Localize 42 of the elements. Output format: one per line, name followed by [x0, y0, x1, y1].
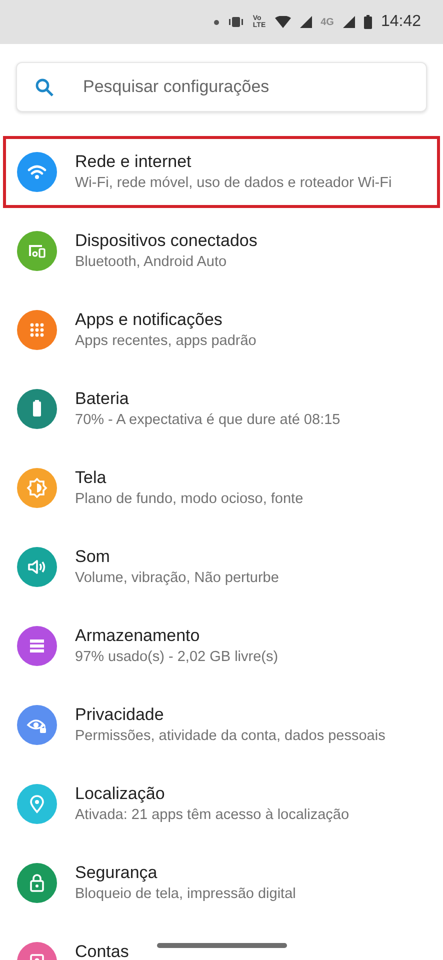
- item-subtitle: Volume, vibração, Não perturbe: [75, 568, 279, 588]
- item-title: Rede e internet: [75, 150, 192, 172]
- signal-icon: [342, 16, 355, 28]
- settings-item[interactable]: Segurança Bloqueio de tela, impressão digital: [3, 846, 440, 918]
- search-icon: [35, 78, 54, 96]
- settings-item[interactable]: Contas: [3, 926, 440, 960]
- item-subtitle: Plano de fundo, modo ocioso, fonte: [75, 490, 304, 508]
- signal-icon: [300, 16, 312, 28]
- search-input[interactable]: Pesquisar configurações: [83, 74, 426, 100]
- settings-item[interactable]: Tela Plano de fundo, modo ocioso, fonte: [3, 452, 440, 524]
- settings-item[interactable]: Privacidade Permissões, atividade da conta, dados pessoais: [3, 688, 440, 760]
- settings-item[interactable]: Rede e internet Wi-Fi, rede móvel, uso de dados e roteador Wi-Fi: [3, 136, 440, 208]
- item-subtitle: Wi-Fi, rede móvel, uso de dados e roteador Wi-Fi: [75, 174, 392, 192]
- vibrate-icon: [228, 16, 244, 28]
- item-title: Segurança: [75, 862, 158, 884]
- wifi-icon: [274, 16, 291, 28]
- item-title: Localização: [75, 782, 165, 804]
- item-title: Contas: [75, 940, 129, 960]
- network-type-label: 4G: [320, 16, 334, 30]
- item-subtitle: Bloqueio de tela, impressão digital: [75, 884, 296, 904]
- settings-item[interactable]: Dispositivos conectados Bluetooth, Android Auto: [3, 214, 440, 286]
- item-subtitle: 97% usado(s) - 2,02 GB livre(s): [75, 648, 278, 666]
- item-title: Bateria: [75, 388, 129, 410]
- settings-item[interactable]: Apps e notificações Apps recentes, apps padrão: [3, 294, 440, 366]
- item-title: Som: [75, 546, 110, 568]
- settings-item[interactable]: Som Volume, vibração, Não perturbe: [3, 530, 440, 602]
- settings-item[interactable]: Bateria 70% - A expectativa é que dure até 08:15: [3, 372, 440, 444]
- item-subtitle: 70% - A expectativa é que dure até 08:15: [75, 410, 340, 430]
- clock-time: 14:42: [380, 12, 421, 32]
- item-title: Tela: [75, 466, 106, 488]
- item-title: Dispositivos conectados: [75, 230, 258, 252]
- item-subtitle: Permissões, atividade da conta, dados pessoais: [75, 726, 386, 746]
- settings-item[interactable]: Localização Ativada: 21 apps têm acesso à localização: [3, 768, 440, 840]
- item-title: Armazenamento: [75, 624, 200, 646]
- search-field[interactable]: Pesquisar configurações: [16, 62, 427, 112]
- item-subtitle: Bluetooth, Android Auto: [75, 252, 227, 272]
- item-title: Apps e notificações: [75, 308, 222, 330]
- item-subtitle: Ativada: 21 apps têm acesso à localização: [75, 806, 350, 824]
- item-title: Privacidade: [75, 704, 164, 726]
- settings-item[interactable]: Armazenamento 97% usado(s) - 2,02 GB livre(s): [3, 610, 440, 682]
- item-subtitle: Apps recentes, apps padrão: [75, 332, 256, 350]
- battery-icon: [364, 15, 372, 29]
